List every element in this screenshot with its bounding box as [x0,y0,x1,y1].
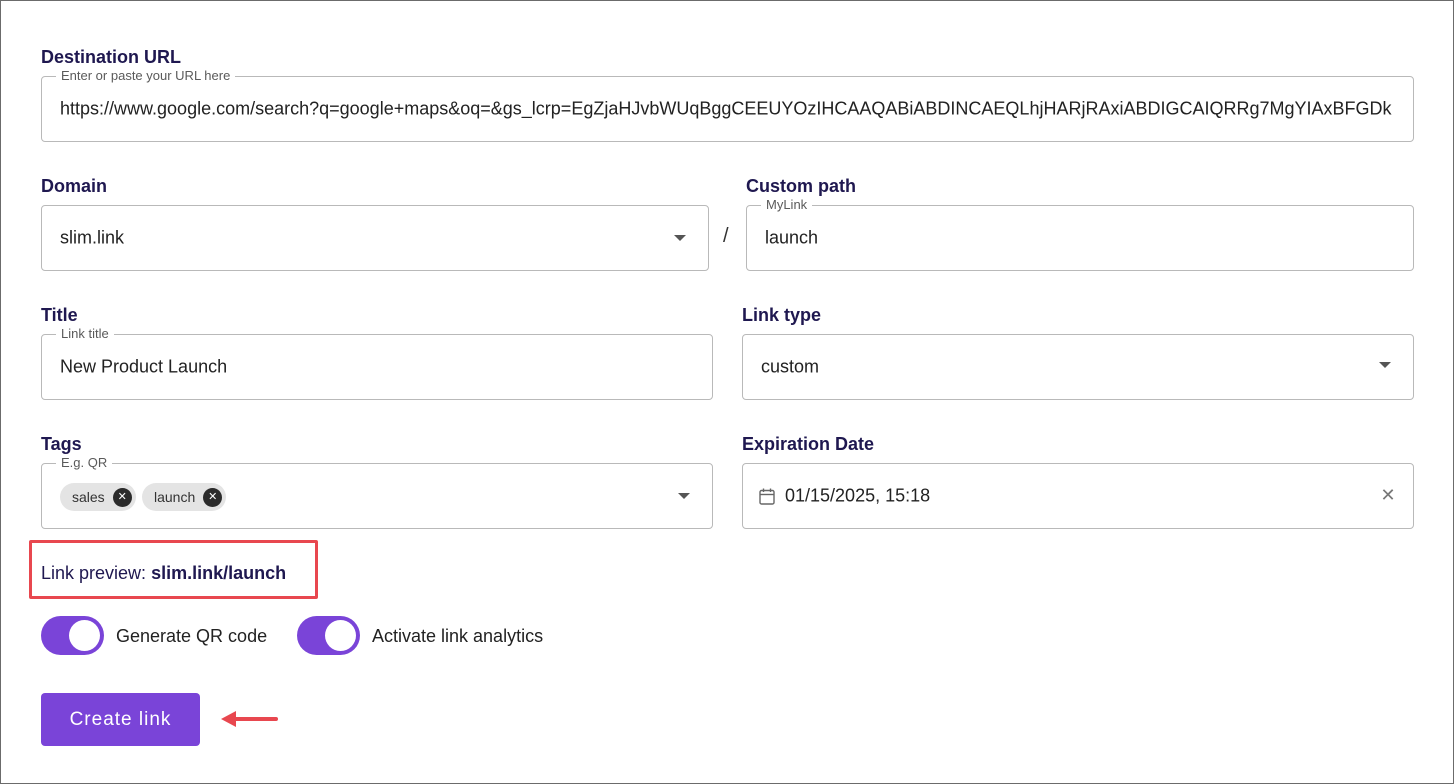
qr-code-toggle-label: Generate QR code [116,626,268,646]
path-separator: / [723,225,729,247]
custom-path-label: Custom path [746,176,856,196]
close-circle-icon[interactable]: ✕ [112,487,132,507]
chevron-down-icon[interactable] [1379,362,1391,368]
expiration-date-label: Expiration Date [742,434,875,454]
qr-code-toggle[interactable] [41,616,104,655]
custom-path-value[interactable]: launch [765,228,818,249]
link-type-select[interactable]: custom [742,334,1414,400]
destination-url-field[interactable]: Enter or paste your URL here https://www… [41,69,1414,142]
chevron-down-icon[interactable] [674,235,686,241]
create-link-button[interactable]: Create link [41,693,200,746]
link-preview: Link preview: slim.link/launch [41,563,286,584]
destination-url-label: Destination URL [41,47,182,67]
close-icon[interactable]: ✕ [1379,486,1397,504]
expiration-date-value[interactable]: 01/15/2025, 15:18 [785,486,930,507]
calendar-icon[interactable] [759,488,775,505]
title-legend: Link title [56,327,114,341]
link-type-value: custom [761,356,820,377]
domain-label: Domain [41,176,108,196]
custom-path-legend: MyLink [761,198,813,212]
custom-path-field[interactable]: MyLink launch [746,198,1414,271]
link-preview-url: slim.link/launch [151,563,287,583]
tags-label: Tags [41,434,82,454]
destination-url-value[interactable]: https://www.google.com/search?q=google+m… [60,99,1395,120]
title-label: Title [41,305,78,325]
tag-chip: sales ✕ [60,483,136,511]
annotation-arrow-icon [221,711,278,727]
expiration-date-field[interactable]: 01/15/2025, 15:18 ✕ [742,463,1414,529]
title-field[interactable]: Link title New Product Launch [41,327,713,400]
tags-legend: E.g. QR [56,456,113,470]
tag-chip-label: sales [72,489,105,505]
link-type-label: Link type [742,305,822,325]
domain-select[interactable]: slim.link [41,205,709,271]
tag-chip-label: launch [154,489,196,505]
close-circle-icon[interactable]: ✕ [203,487,223,507]
toggle-knob [325,620,356,651]
destination-url-legend: Enter or paste your URL here [56,69,236,83]
analytics-toggle[interactable] [297,616,360,655]
tag-chip: launch ✕ [142,483,227,511]
tags-field[interactable]: E.g. QR sales ✕ launch ✕ [41,456,713,529]
toggle-knob [69,620,100,651]
link-preview-prefix: Link preview: [41,563,147,583]
title-value[interactable]: New Product Launch [60,357,227,378]
chevron-down-icon[interactable] [678,493,690,499]
domain-value: slim.link [60,227,125,248]
analytics-toggle-label: Activate link analytics [372,626,544,646]
create-link-form: Destination URL Enter or paste your URL … [0,0,1454,784]
